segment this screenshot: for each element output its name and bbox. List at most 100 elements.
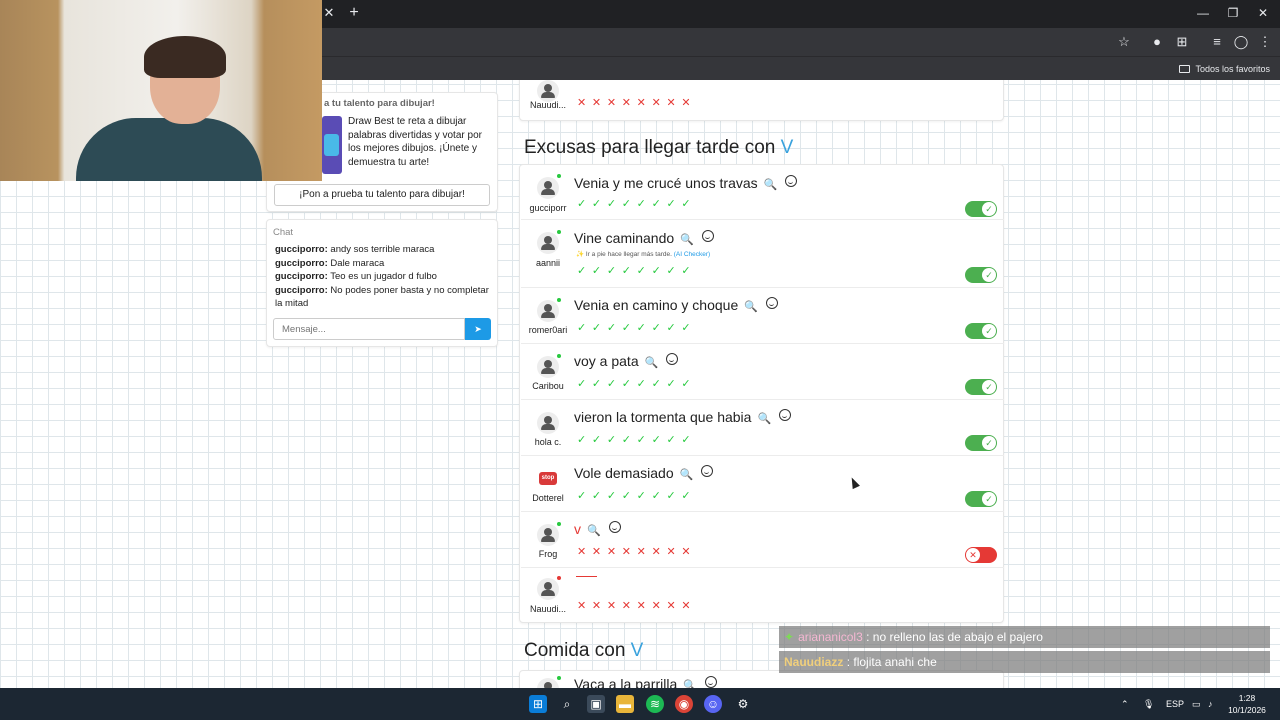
react-emoji-icon[interactable] — [701, 230, 714, 242]
username: Dotterel — [532, 493, 564, 503]
chat-send-button[interactable]: ➤ — [465, 318, 491, 340]
close-window-icon[interactable]: ✕ — [1248, 4, 1278, 22]
app-icon[interactable]: ⚙ — [734, 695, 752, 713]
language-indicator[interactable]: ESP — [1166, 696, 1184, 712]
tray-chevron-icon[interactable]: ⌃ — [1121, 696, 1129, 712]
react-emoji-icon[interactable] — [765, 297, 778, 309]
folder-icon — [1179, 65, 1191, 73]
x-icon: ✕ — [966, 548, 980, 562]
answer-text: Vole demasiado 🔍 — [574, 465, 714, 481]
username: aannii — [535, 258, 561, 268]
minimize-icon[interactable]: — — [1188, 4, 1218, 22]
chat-input[interactable] — [273, 318, 465, 340]
answer-row: Frog v 🔍 ✕✕✕✕✕✕✕✕ ✕ — [521, 512, 1004, 568]
valid-toggle[interactable]: ✓ — [965, 267, 997, 283]
all-bookmarks-button[interactable]: Todos los favoritos — [1179, 61, 1270, 77]
user-avatar — [537, 468, 559, 490]
vote-marks: ✕✕✕✕✕✕✕✕ — [577, 97, 697, 109]
search-icon[interactable]: 🔍 — [645, 357, 659, 369]
vote-marks: ✓✓✓✓✓✓✓✓ — [577, 434, 697, 446]
valid-toggle[interactable]: ✓ — [965, 435, 997, 451]
search-icon[interactable]: 🔍 — [744, 301, 758, 313]
valid-toggle[interactable]: ✓ — [965, 201, 997, 217]
user-avatar — [537, 177, 559, 199]
answer-row: hola c. vieron la tormenta que habia 🔍 ✓✓… — [521, 400, 1004, 456]
webcam-overlay — [0, 0, 322, 181]
online-dot — [557, 676, 561, 680]
promo-text: Draw Best te reta a dibujar palabras div… — [348, 116, 482, 168]
username: Caribou — [532, 381, 564, 391]
react-emoji-icon[interactable] — [608, 521, 621, 533]
user-avatar — [537, 356, 559, 378]
answer-text: Venia y me crucé unos travas 🔍 — [574, 175, 798, 191]
answer-text: Venia en camino y choque 🔍 — [574, 297, 778, 313]
search-icon[interactable]: ⌕ — [558, 695, 576, 713]
user-avatar — [537, 578, 559, 600]
username: hola c. — [534, 437, 562, 447]
react-emoji-icon[interactable] — [785, 175, 798, 187]
check-icon: ✓ — [982, 202, 996, 216]
menu-icon[interactable]: ⋮ — [1256, 33, 1274, 51]
extension-icon[interactable]: ● — [1148, 33, 1166, 51]
restore-icon[interactable]: ❐ — [1218, 4, 1248, 22]
promo-image — [322, 116, 342, 174]
chat-message: gucciporro: Teo es un jugador d fulbo — [275, 271, 437, 282]
search-icon[interactable]: 🔍 — [680, 234, 694, 246]
category-letter: V — [780, 137, 794, 158]
react-emoji-icon[interactable] — [701, 465, 714, 477]
profile-icon[interactable]: ◯ — [1232, 33, 1250, 51]
react-emoji-icon[interactable] — [704, 676, 717, 688]
search-icon[interactable]: 🔍 — [764, 179, 778, 191]
microphone-icon[interactable]: 🎙 — [1143, 696, 1154, 712]
answer-row: aannii Vine caminando 🔍 ✨ Ir a pie hace l… — [521, 220, 1004, 288]
vote-marks: ✓✓✓✓✓✓✓✓ — [577, 198, 697, 210]
user-avatar — [537, 412, 559, 434]
category-letter: V — [630, 640, 644, 661]
user-avatar — [537, 524, 559, 546]
answer-text: Vine caminando 🔍 — [574, 230, 714, 246]
new-tab-icon[interactable]: + — [345, 4, 363, 22]
answer-row: Dotterel Vole demasiado🔍 ✓✓✓✓✓✓✓✓ ✓ — [521, 456, 1004, 512]
user-avatar — [537, 80, 559, 102]
search-icon[interactable]: 🔍 — [757, 413, 771, 425]
file-explorer-icon[interactable]: ▬ — [616, 695, 634, 713]
star-badge-icon: ✦ — [784, 630, 795, 644]
vote-marks: ✓✓✓✓✓✓✓✓ — [577, 322, 697, 334]
check-icon: ✓ — [982, 268, 996, 282]
close-tab-icon[interactable]: ✕ — [321, 5, 337, 21]
search-icon[interactable]: 🔍 — [683, 680, 697, 688]
username: Nauudi... — [529, 604, 567, 614]
valid-toggle[interactable]: ✓ — [965, 379, 997, 395]
spotify-icon[interactable]: ≋ — [646, 695, 664, 713]
chrome-icon[interactable]: ◉ — [675, 695, 693, 713]
extensions-puzzle-icon[interactable]: ⊞ — [1173, 33, 1191, 51]
valid-toggle[interactable]: ✕ — [965, 547, 997, 563]
ai-checker-note: ✨ Ir a pie hace llegar más tarde. (AI Ch… — [576, 251, 711, 258]
media-icon[interactable]: ≡ — [1208, 33, 1226, 51]
category-title: Excusas para llegar tarde con V — [524, 137, 794, 158]
react-emoji-icon[interactable] — [666, 353, 679, 365]
search-icon[interactable]: 🔍 — [680, 469, 694, 481]
windows-start-icon[interactable]: ⊞ — [529, 695, 547, 713]
valid-toggle[interactable]: ✓ — [965, 491, 997, 507]
system-clock[interactable]: 1:28 10/1/2026 — [1224, 692, 1270, 716]
network-icon[interactable]: ▭ — [1192, 696, 1201, 712]
search-icon[interactable]: 🔍 — [587, 525, 601, 537]
bookmark-star-icon[interactable]: ☆ — [1115, 33, 1133, 51]
chat-message: gucciporro: andy sos terrible maraca — [275, 244, 435, 255]
vote-marks: ✓✓✓✓✓✓✓✓ — [577, 490, 697, 502]
promo-button[interactable]: ¡Pon a prueba tu talento para dibujar! — [274, 184, 490, 206]
category-title: Comida con V — [524, 640, 644, 661]
discord-icon[interactable]: ☺ — [704, 695, 722, 713]
vote-marks: ✓✓✓✓✓✓✓✓ — [577, 265, 697, 277]
answer-row: romer0ari Venia en camino y choque 🔍 ✓✓✓✓… — [521, 288, 1004, 344]
answer-row: Caribou voy a pata 🔍 ✓✓✓✓✓✓✓✓ ✓ — [521, 344, 1004, 400]
volume-icon[interactable]: ♪ — [1208, 696, 1213, 712]
username: Nauudi... — [529, 100, 567, 110]
react-emoji-icon[interactable] — [779, 409, 792, 421]
store-icon[interactable]: ▣ — [587, 695, 605, 713]
valid-toggle[interactable]: ✓ — [965, 323, 997, 339]
check-icon: ✓ — [982, 324, 996, 338]
answer-row: Nauudi... ✕✕✕✕✕✕✕✕ — [521, 80, 1004, 116]
offline-dot — [557, 576, 561, 580]
